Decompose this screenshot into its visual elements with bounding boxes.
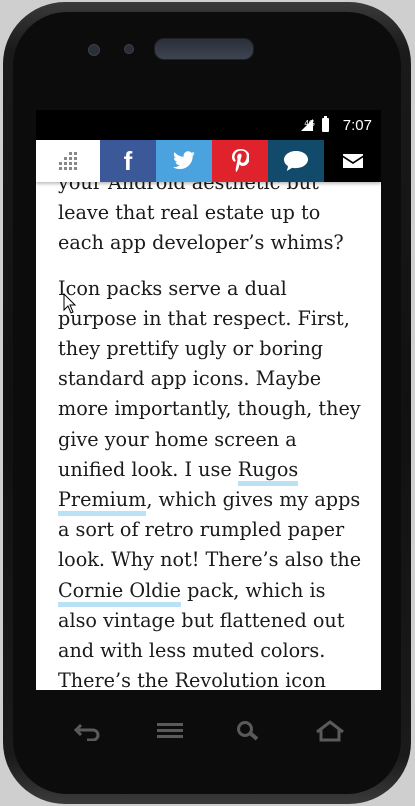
search-icon	[237, 721, 259, 741]
share-pinterest-button[interactable]	[212, 140, 268, 182]
home-button[interactable]	[312, 716, 348, 746]
paragraph-text: Icon packs serve a dual purpose in that …	[58, 276, 361, 481]
pinterest-icon	[232, 149, 249, 173]
search-button[interactable]	[230, 716, 266, 746]
comment-icon	[284, 151, 308, 171]
screen: 4G 7:07 f your Android aesthetic but lea…	[36, 110, 381, 690]
navigation-bar	[36, 706, 381, 758]
earpiece-speaker	[154, 38, 254, 60]
status-bar: 4G 7:07	[36, 110, 381, 140]
article-paragraph: Icon packs serve a dual purpose in that …	[58, 274, 368, 690]
battery-icon	[322, 116, 329, 132]
back-button[interactable]	[69, 716, 105, 746]
front-camera-icon	[88, 44, 100, 56]
article-body: your Android aesthetic but leave that re…	[58, 168, 368, 690]
menu-icon	[157, 723, 183, 738]
comments-button[interactable]	[268, 140, 324, 182]
back-icon	[73, 723, 100, 741]
status-time: 7:07	[342, 117, 372, 134]
home-icon	[316, 720, 344, 742]
share-bar: f	[36, 140, 381, 182]
twitter-icon	[173, 151, 195, 170]
apps-grid-icon	[59, 152, 77, 170]
share-twitter-button[interactable]	[156, 140, 212, 182]
mail-icon	[342, 154, 363, 168]
sensor-icon	[124, 44, 134, 54]
share-facebook-button[interactable]: f	[100, 140, 156, 182]
cornie-oldie-link[interactable]: Cornie Oldie	[58, 578, 181, 607]
facebook-icon: f	[123, 145, 133, 176]
share-email-button[interactable]	[324, 140, 381, 182]
network-type: 4G	[304, 119, 315, 128]
apps-grid-button[interactable]	[36, 140, 100, 182]
menu-button[interactable]	[152, 716, 188, 746]
